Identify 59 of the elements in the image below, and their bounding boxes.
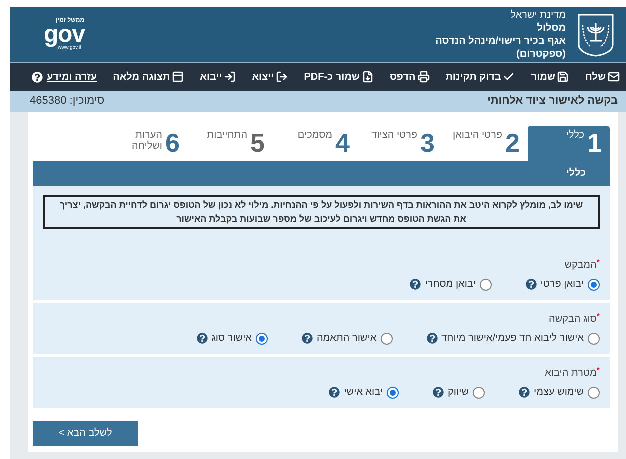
toolbar-button[interactable]: בדוק תקינות xyxy=(446,70,516,84)
option-label: אישור התאמה xyxy=(316,332,377,346)
help-icon[interactable] xyxy=(519,387,530,398)
next-step-button[interactable]: לשלב הבא > xyxy=(33,421,138,446)
required-mark: * xyxy=(596,258,600,268)
option-label: יבוא אישי xyxy=(344,386,384,400)
radio-button[interactable] xyxy=(473,386,486,398)
notice-text: שימו לב, מומלץ לקרוא היטב את ההוראות בדף השירות ולפעול על פי ההנחיות. מילוי לא נכון של הטופס יגרום לדחיית הבקשה, יצריך את הגשת הטופס מחדש ויגרום לעיכוב של מספר שבועות בקבלת האישור xyxy=(43,195,600,229)
toolbar-button[interactable]: הדפס xyxy=(390,70,430,84)
checkmark-icon xyxy=(503,71,516,83)
radio-button[interactable] xyxy=(588,386,600,398)
country-name: מדינת ישראל xyxy=(510,8,566,22)
section-title: כללי xyxy=(566,166,586,181)
help-icon[interactable] xyxy=(433,387,444,398)
department-name: אגף בכיר רישוי/מינהל הנדסה xyxy=(436,34,566,48)
unit-name: (ספקטרום) xyxy=(516,48,566,60)
form-title: בקשה לאישור ציוד אלחותי xyxy=(488,94,618,110)
question-label: המבקש xyxy=(564,259,597,273)
radio-button[interactable] xyxy=(380,332,393,344)
question-label: מטרת היבוא xyxy=(545,367,597,381)
enter-arrow-icon xyxy=(224,71,236,83)
help-icon[interactable] xyxy=(526,279,537,290)
toolbar-button[interactable]: ייבוא xyxy=(200,70,236,84)
reference-number: סימוכין: 465380 xyxy=(30,94,105,110)
help-link[interactable]: עזרה ומידע xyxy=(32,70,98,84)
emblem-icon xyxy=(576,12,616,56)
envelope-icon xyxy=(608,71,620,83)
help-icon[interactable] xyxy=(196,333,208,344)
required-mark: * xyxy=(596,312,600,322)
toolbar-button[interactable]: שמור xyxy=(531,70,570,84)
radio-button[interactable] xyxy=(256,332,268,344)
required-mark: * xyxy=(596,366,600,376)
option-label: יבואן מסחרי xyxy=(425,278,476,292)
option-label: אישור סוג xyxy=(212,332,252,346)
toolbar-button[interactable]: שלח xyxy=(585,70,620,84)
option-label: אישור ליבוא חד פעמי/אישור מיוחד xyxy=(442,332,584,346)
file-icon xyxy=(362,71,374,83)
ministry-name: מסלול xyxy=(536,22,566,34)
radio-button[interactable] xyxy=(588,332,600,344)
help-icon[interactable] xyxy=(426,333,438,344)
print-icon xyxy=(418,71,430,83)
help-icon xyxy=(32,72,43,82)
radio-button[interactable] xyxy=(387,386,400,398)
logo-wordmark: gov xyxy=(44,25,85,45)
option-label: שיווק xyxy=(448,386,470,400)
option-label: שימוש עצמי xyxy=(534,386,584,400)
toolbar-button[interactable]: שמור כ-PDF xyxy=(304,70,374,84)
window-icon xyxy=(172,71,184,83)
exit-arrow-icon xyxy=(276,71,288,83)
help-icon[interactable] xyxy=(302,333,313,344)
question-label: סוג הבקשה xyxy=(549,313,597,327)
radio-button[interactable] xyxy=(480,278,492,290)
toolbar-button[interactable]: תצוגה מלאה xyxy=(113,70,184,84)
help-icon[interactable] xyxy=(410,279,422,290)
toolbar-button[interactable]: ייצוא xyxy=(252,70,288,84)
help-icon[interactable] xyxy=(329,387,340,398)
save-icon xyxy=(557,71,570,83)
option-label: יבואן פרטי xyxy=(540,278,584,292)
radio-button[interactable] xyxy=(588,278,600,290)
